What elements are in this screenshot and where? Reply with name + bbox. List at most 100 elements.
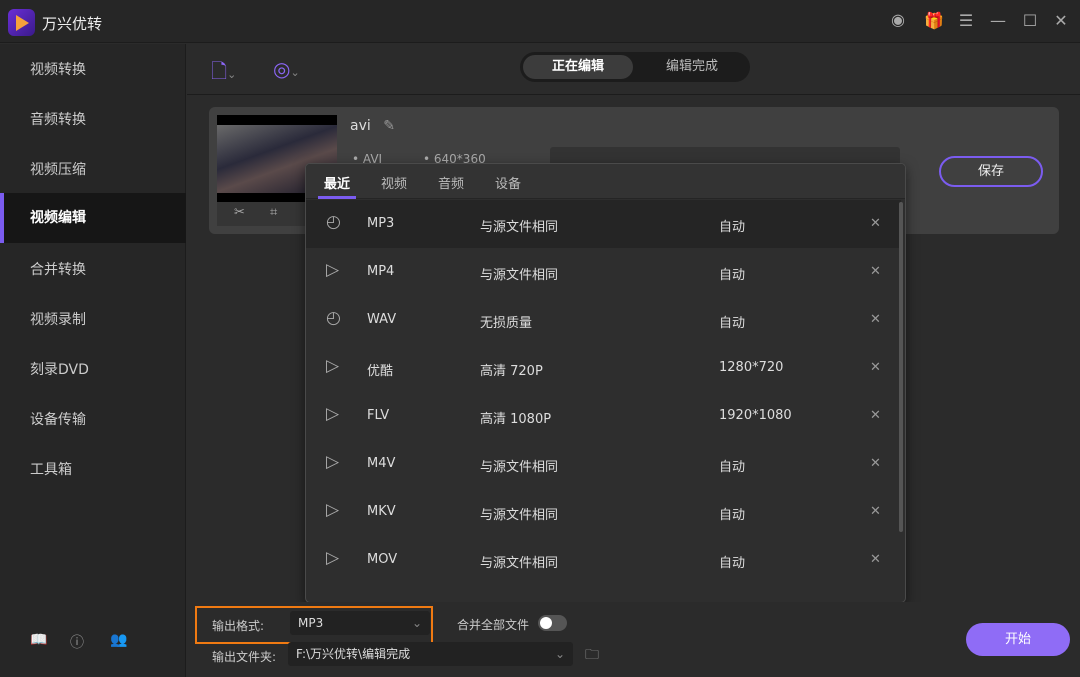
remove-icon[interactable]: ✕ [870,360,881,375]
app-logo [8,9,35,36]
chevron-down-icon: ⌄ [411,616,422,630]
row-resolution: 自动 [719,268,746,283]
scrollbar[interactable] [899,202,903,532]
edit-name-icon[interactable]: ✎ [383,118,395,134]
row-format: MP3 [367,216,395,231]
tab-edit-done[interactable]: 编辑完成 [637,55,747,79]
row-format: FLV [367,408,390,423]
book-icon[interactable]: 📖 [30,632,47,648]
crop-icon[interactable]: ⌗ [270,205,277,220]
sidebar-item-audio-convert[interactable]: 音频转换 [0,95,186,145]
tab-recent[interactable]: 最近 [324,173,350,192]
remove-icon[interactable]: ✕ [870,552,881,567]
remove-icon[interactable]: ✕ [870,456,881,471]
sidebar: 视频转换 音频转换 视频压缩 视频编辑 合并转换 视频录制 刻录DVD 设备传输… [0,44,186,677]
row-format: MKV [367,504,396,519]
format-dropdown-popup: 最近 视频 音频 设备 ◴ MP3 与源文件相同 自动 ✕ ▷ MP4 与源文件相… [305,163,906,603]
video-icon: ▷ [326,404,340,424]
merge-label: 合并全部文件 [457,618,530,632]
output-folder-label: 输出文件夹: [212,650,277,664]
remove-icon[interactable]: ✕ [870,408,881,423]
menu-icon[interactable]: ☰ [955,11,977,30]
sidebar-item-toolbox[interactable]: 工具箱 [0,445,186,495]
active-tab-indicator [318,196,356,199]
video-icon: ▷ [326,356,340,376]
app-title: 万兴优转 [42,15,103,33]
sidebar-item-video-convert[interactable]: 视频转换 [0,45,186,95]
folder-icon[interactable]: 🗀 [585,644,599,668]
chevron-down-icon: ⌄ [554,647,565,661]
row-resolution: 1280*720 [719,360,784,375]
remove-icon[interactable]: ✕ [870,264,881,279]
gift-icon[interactable]: 🎁 [923,11,945,30]
remove-icon[interactable]: ✕ [870,504,881,519]
help-icon[interactable]: ⓘ [70,632,84,652]
users-icon[interactable]: 👥 [110,632,127,648]
row-format: MP4 [367,264,395,279]
close-icon[interactable]: ✕ [1050,11,1072,30]
row-format: 优酷 [367,364,394,379]
row-quality: 高清 720P [480,364,543,379]
format-row[interactable]: ▷ MOV 与源文件相同 自动 ✕ [306,536,901,584]
row-quality: 无损质量 [480,316,533,331]
remove-icon[interactable]: ✕ [870,216,881,231]
row-quality: 与源文件相同 [480,460,559,475]
video-icon: ▷ [326,548,340,568]
title-bar: 万兴优转 ◉ 🎁 ☰ — ☐ ✕ [0,0,1080,43]
scissors-icon[interactable]: ✂ [234,205,245,220]
output-format-select[interactable]: MP3 ⌄ [290,611,430,635]
row-resolution: 自动 [719,508,746,523]
add-file-icon[interactable]: 🗋⌄ [211,57,236,91]
edit-status-tabs: 正在编辑 编辑完成 [520,52,750,82]
row-resolution: 1920*1080 [719,408,792,423]
row-quality: 与源文件相同 [480,220,559,235]
tab-audio[interactable]: 音频 [438,173,464,192]
minimize-icon[interactable]: — [987,11,1009,30]
sidebar-item-video-compress[interactable]: 视频压缩 [0,145,186,195]
row-format: WAV [367,312,397,327]
format-row[interactable]: ▷ M4V 与源文件相同 自动 ✕ [306,440,901,488]
file-name: avi ✎ [350,118,395,134]
row-format: MOV [367,552,398,567]
format-row[interactable]: ◴ MP3 与源文件相同 自动 ✕ [306,200,901,248]
sidebar-item-record[interactable]: 视频录制 [0,295,186,345]
save-button[interactable]: 保存 [939,156,1043,187]
row-format: M4V [367,456,396,471]
format-row[interactable]: ◴ WAV 无损质量 自动 ✕ [306,296,901,344]
add-disc-icon[interactable]: ◎⌄ [273,57,300,81]
video-icon: ▷ [326,260,340,280]
audio-disc-icon: ◴ [326,308,341,328]
tab-video[interactable]: 视频 [381,173,407,192]
row-quality: 与源文件相同 [480,268,559,283]
account-icon[interactable]: ◉ [887,10,909,29]
row-resolution: 自动 [719,556,746,571]
sidebar-item-merge[interactable]: 合并转换 [0,245,186,295]
start-button[interactable]: 开始 [966,623,1070,656]
tab-device[interactable]: 设备 [495,173,521,192]
row-resolution: 自动 [719,316,746,331]
output-settings: 输出格式: MP3 ⌄ 合并全部文件 输出文件夹: F:\万兴优转\编辑完成 ⌄ 🗀… [187,602,1080,677]
sidebar-item-burn-dvd[interactable]: 刻录DVD [0,345,186,395]
output-folder-select[interactable]: F:\万兴优转\编辑完成 ⌄ [288,642,573,666]
output-format-label: 输出格式: [212,619,265,633]
audio-disc-icon: ◴ [326,212,341,232]
remove-icon[interactable]: ✕ [870,312,881,327]
video-icon: ▷ [326,452,340,472]
format-row[interactable]: ▷ FLV 高清 1080P 1920*1080 ✕ [306,392,901,440]
sidebar-item-video-edit[interactable]: 视频编辑 [0,193,186,243]
format-row[interactable]: ▷ MKV 与源文件相同 自动 ✕ [306,488,901,536]
row-resolution: 自动 [719,220,746,235]
video-icon: ▷ [326,500,340,520]
format-row[interactable]: ▷ 优酷 高清 720P 1280*720 ✕ [306,344,901,392]
sidebar-item-transfer[interactable]: 设备传输 [0,395,186,445]
row-quality: 高清 1080P [480,412,552,427]
tab-editing[interactable]: 正在编辑 [523,55,633,79]
maximize-icon[interactable]: ☐ [1019,11,1041,30]
row-quality: 与源文件相同 [480,508,559,523]
format-row[interactable]: ▷ MP4 与源文件相同 自动 ✕ [306,248,901,296]
format-tabs: 最近 视频 音频 设备 [306,164,905,199]
row-resolution: 自动 [719,460,746,475]
merge-toggle[interactable] [538,615,567,631]
toolbar: 🗋⌄ ◎⌄ 正在编辑 编辑完成 [187,44,1080,95]
row-quality: 与源文件相同 [480,556,559,571]
